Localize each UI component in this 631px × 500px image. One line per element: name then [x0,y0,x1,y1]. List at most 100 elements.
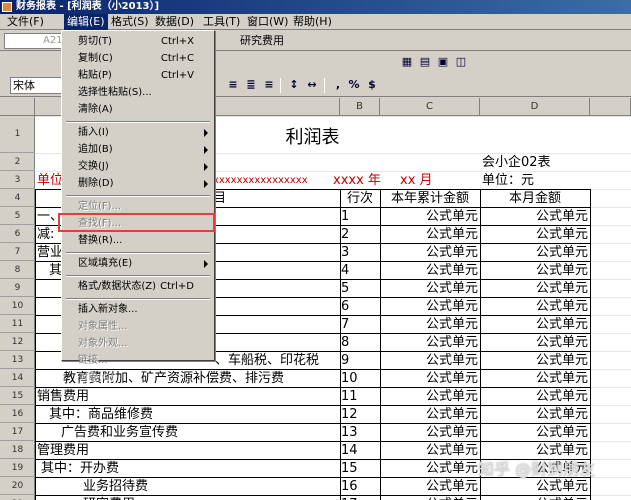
edit-menu-item-17[interactable]: 格式/数据状态(Z) Ctrl+D [64,279,212,295]
month-formula-cell[interactable]: 公式单元 [480,316,588,334]
edit-menu-item-13[interactable]: 替换(R)... [64,233,212,249]
horizontal-fit-icon[interactable]: ↔ [305,78,319,92]
month-formula-cell[interactable]: 公式单元 [480,478,588,496]
item-row-no[interactable]: 17 [341,496,379,500]
menu-2[interactable]: 格式(S) [108,14,152,30]
month-formula-cell[interactable]: 公式单元 [480,370,588,388]
row-header-21[interactable]: 21 [0,495,35,500]
row-header-16[interactable]: 16 [0,405,35,423]
item-row-no[interactable]: 2 [341,226,379,244]
edit-menu-item-6[interactable]: 插入(I) [64,125,212,141]
ytd-formula-cell[interactable]: 公式单元 [380,352,478,370]
menu-1[interactable]: 编辑(E) [64,14,108,30]
edit-menu-item-4[interactable]: 清除(A) [64,102,212,118]
row-header-9[interactable]: 9 [0,279,35,297]
paste-icon[interactable]: ▣ [436,55,450,69]
item-row-no[interactable]: 11 [341,388,379,406]
item-row-no[interactable]: 6 [341,298,379,316]
header-month[interactable]: 本月金额 [480,190,590,208]
month-formula-cell[interactable]: 公式单元 [480,388,588,406]
ytd-formula-cell[interactable]: 公式单元 [380,406,478,424]
header-item[interactable]: 目 [213,190,333,208]
ytd-formula-cell[interactable]: 公式单元 [380,316,478,334]
row-header-11[interactable]: 11 [0,315,35,333]
ytd-formula-cell[interactable]: 公式单元 [380,370,478,388]
header-row-no[interactable]: 行次 [340,190,380,208]
row-header-13[interactable]: 13 [0,351,35,369]
ytd-formula-cell[interactable]: 公式单元 [380,262,478,280]
row-header-17[interactable]: 17 [0,423,35,441]
align-center-icon[interactable]: ≣ [244,78,258,92]
menu-6[interactable]: 帮助(H) [290,14,335,30]
column-header-C[interactable]: C [380,98,480,116]
row-header-5[interactable]: 5 [0,207,35,225]
item-row-no[interactable]: 1 [341,208,379,226]
row-header-20[interactable]: 20 [0,477,35,495]
ytd-formula-cell[interactable]: 公式单元 [380,424,478,442]
unit-name-mask[interactable]: xxxxxxxxxxxxxxxxx [207,172,327,190]
edit-menu-item-3[interactable]: 选择性粘贴(S)... [64,85,212,101]
month-formula-cell[interactable]: 公式单元 [480,352,588,370]
column-header-B[interactable]: B [340,98,380,116]
item-row-no[interactable]: 7 [341,316,379,334]
currency-unit[interactable]: 单位：元 [482,172,590,190]
year-label[interactable]: xxxx 年 [333,172,383,190]
menu-4[interactable]: 工具(T) [200,14,243,30]
item-row-no[interactable]: 14 [341,442,379,460]
edit-menu-item-15[interactable]: 区域填充(E) [64,256,212,272]
ytd-formula-cell[interactable]: 公式单元 [380,478,478,496]
row-header-4[interactable]: 4 [0,189,35,207]
row-header-15[interactable]: 15 [0,387,35,405]
edit-menu-item-0[interactable]: 剪切(T) Ctrl+X [64,34,212,50]
item-row-no[interactable]: 8 [341,334,379,352]
ytd-formula-cell[interactable]: 公式单元 [380,298,478,316]
insert-table-icon[interactable]: ▦ [400,55,414,69]
row-header-2[interactable]: 2 [0,153,35,171]
edit-menu-item-19[interactable]: 插入新对象... [64,302,212,318]
item-label[interactable]: 业务招待费 [83,478,340,496]
item-label[interactable]: 、车船税、印花税 [215,352,340,370]
item-label[interactable]: 其中：开办费 [41,460,340,478]
month-formula-cell[interactable]: 公式单元 [480,424,588,442]
menu-0[interactable]: 文件(F) [4,14,47,30]
item-row-no[interactable]: 3 [341,244,379,262]
row-header-10[interactable]: 10 [0,297,35,315]
item-row-no[interactable]: 4 [341,262,379,280]
ytd-formula-cell[interactable]: 公式单元 [380,460,478,478]
align-left-icon[interactable]: ≡ [226,78,240,92]
month-formula-cell[interactable]: 公式单元 [480,262,588,280]
item-row-no[interactable]: 5 [341,280,379,298]
item-row-no[interactable]: 9 [341,352,379,370]
form-number[interactable]: 会小企02表 [482,154,590,172]
ytd-formula-cell[interactable]: 公式单元 [380,388,478,406]
formula-text[interactable]: 研究费用 [240,33,284,49]
row-header-18[interactable]: 18 [0,441,35,459]
edit-menu-item-9[interactable]: 删除(D) [64,176,212,192]
ytd-formula-cell[interactable]: 公式单元 [380,226,478,244]
month-formula-cell[interactable]: 公式单元 [480,334,588,352]
month-formula-cell[interactable]: 公式单元 [480,226,588,244]
month-formula-cell[interactable]: 公式单元 [480,298,588,316]
insert-chart-icon[interactable]: ▤ [418,55,432,69]
row-header-14[interactable]: 14 [0,369,35,387]
item-row-no[interactable]: 15 [341,460,379,478]
menu-3[interactable]: 数据(D) [152,14,197,30]
ytd-formula-cell[interactable]: 公式单元 [380,280,478,298]
item-row-no[interactable]: 10 [341,370,379,388]
row-header-12[interactable]: 12 [0,333,35,351]
item-label[interactable]: 广告费和业务宣传费 [61,424,340,442]
column-header-D[interactable]: D [480,98,590,116]
month-formula-cell[interactable]: 公式单元 [480,208,588,226]
vertical-align-icon[interactable]: ↕ [287,78,301,92]
month-formula-cell[interactable]: 公式单元 [480,244,588,262]
row-header-3[interactable]: 3 [0,171,35,189]
align-right-icon[interactable]: ≡ [262,78,276,92]
item-row-no[interactable]: 16 [341,478,379,496]
row-header-19[interactable]: 19 [0,459,35,477]
month-formula-cell[interactable]: 公式单元 [480,406,588,424]
item-label[interactable]: 销售费用 [37,388,340,406]
ytd-formula-cell[interactable]: 公式单元 [380,244,478,262]
row-header-8[interactable]: 8 [0,261,35,279]
month-formula-cell[interactable]: 公式单元 [480,280,588,298]
ytd-formula-cell[interactable]: 公式单元 [380,208,478,226]
